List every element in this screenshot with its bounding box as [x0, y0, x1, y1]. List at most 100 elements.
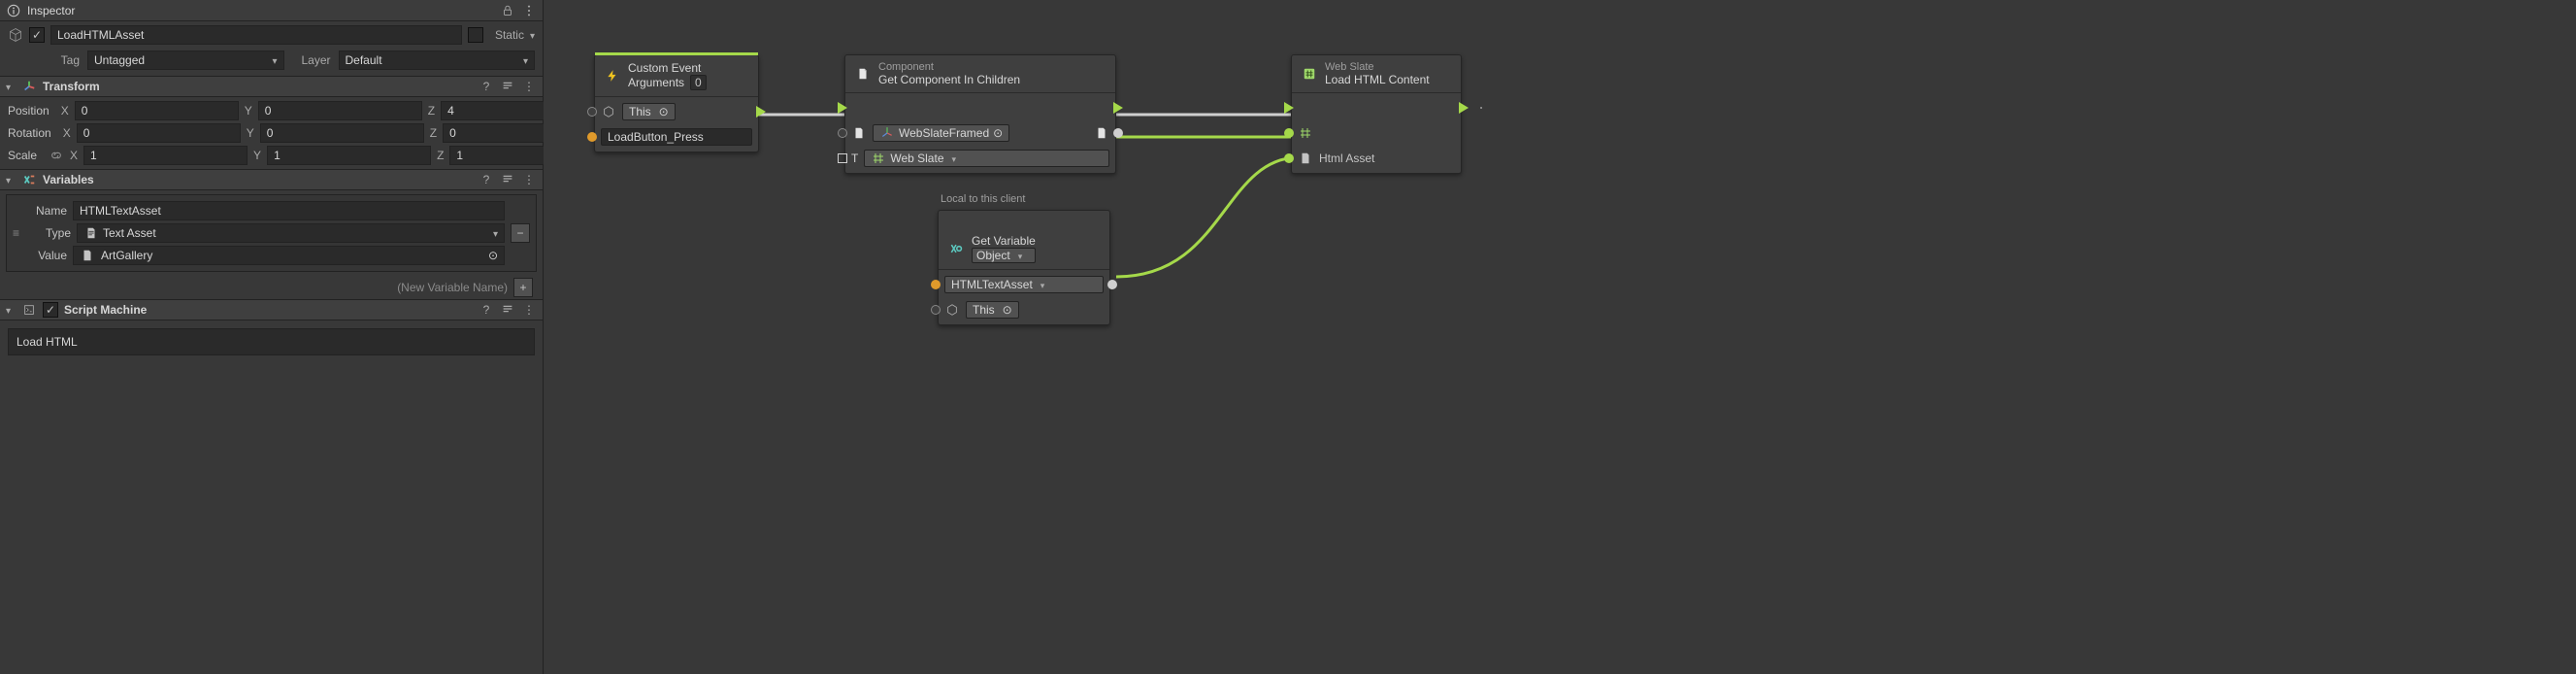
variables-header[interactable]: Variables ? ⋮ [0, 169, 543, 190]
object-picker-icon[interactable]: ⊙ [1003, 303, 1012, 317]
rotation-x-input[interactable] [77, 123, 241, 143]
var-name-chip[interactable]: HTMLTextAsset [944, 276, 1104, 293]
object-picker-icon[interactable]: ⊙ [488, 249, 498, 262]
node-load-html[interactable]: Web Slate Load HTML Content Html Asset [1291, 54, 1462, 174]
position-x-input[interactable] [75, 101, 239, 120]
chevron-down-icon[interactable] [1014, 249, 1023, 262]
type-port[interactable] [838, 153, 847, 163]
htmlasset-port[interactable] [1284, 153, 1294, 163]
static-checkbox[interactable] [468, 27, 483, 43]
value-out-port[interactable] [1107, 280, 1117, 289]
graph-name-field[interactable]: Load HTML [8, 328, 535, 355]
foldout-icon[interactable] [6, 173, 16, 186]
chevron-down-icon[interactable] [1037, 278, 1045, 291]
target-port[interactable] [931, 305, 941, 315]
preset-icon[interactable] [500, 172, 515, 188]
target-value: WebSlateFramed [899, 126, 989, 140]
lock-icon[interactable] [500, 3, 515, 18]
input-port[interactable] [587, 107, 597, 117]
position-y-input[interactable] [258, 101, 422, 120]
kind-value: Object [976, 249, 1010, 262]
new-variable-row: (New Variable Name) + [0, 276, 543, 299]
result-port[interactable] [1113, 128, 1123, 138]
link-icon[interactable] [49, 148, 64, 163]
var-value-label: Value [13, 249, 67, 262]
var-name-input[interactable] [73, 201, 505, 220]
flow-in-port[interactable] [1284, 102, 1294, 114]
enabled-checkbox[interactable] [29, 27, 45, 43]
scale-y-input[interactable] [267, 146, 431, 165]
target-chip[interactable]: This⊙ [622, 103, 676, 120]
axis-x: X [61, 104, 69, 118]
help-icon[interactable]: ? [479, 80, 494, 93]
var-type-dropdown[interactable]: Text Asset [77, 223, 505, 243]
node-title: Get Component In Children [878, 73, 1020, 86]
foldout-icon[interactable] [6, 303, 16, 317]
scale-label: Scale [8, 149, 37, 162]
kind-chip[interactable]: Object [972, 248, 1036, 263]
flow-out-port[interactable] [1459, 102, 1469, 114]
node-get-component[interactable]: Component Get Component In Children WebS… [844, 54, 1116, 174]
name-port[interactable] [931, 280, 941, 289]
scriptmachine-header[interactable]: Script Machine ? ⋮ [0, 299, 543, 320]
help-icon[interactable]: ? [479, 303, 494, 317]
static-dropdown-caret[interactable] [530, 28, 535, 42]
kebab-icon[interactable]: ⋮ [521, 303, 537, 317]
text-asset-icon [80, 248, 95, 263]
type-chip[interactable]: Web Slate [864, 150, 1109, 167]
flow-in-port[interactable] [838, 102, 847, 114]
flow-out-port[interactable] [1113, 102, 1123, 114]
var-type-value: Text Asset [103, 226, 156, 240]
add-variable-button[interactable]: + [513, 278, 533, 297]
name-input-port[interactable] [587, 132, 597, 142]
event-name-chip[interactable]: LoadButton_Press [601, 128, 752, 146]
script-icon [21, 302, 37, 318]
rotation-y-input[interactable] [260, 123, 424, 143]
gameobject-name-input[interactable] [50, 25, 462, 45]
graph-canvas[interactable]: Custom Event Arguments 0 This⊙ LoadButto… [544, 0, 2576, 674]
inspector-panel: Inspector Static Tag Untagged Layer Defa… [0, 0, 544, 674]
remove-variable-button[interactable]: − [511, 223, 530, 243]
kebab-icon[interactable] [521, 3, 537, 18]
target-chip[interactable]: This⊙ [966, 301, 1019, 319]
variables-icon [948, 241, 964, 256]
target-chip[interactable]: WebSlateFramed ⊙ [873, 124, 1009, 142]
chevron-down-icon[interactable] [948, 152, 957, 165]
layer-value: Default [346, 53, 382, 67]
graph-name-text: Load HTML [17, 335, 78, 349]
transform-header[interactable]: Transform ? ⋮ [0, 76, 543, 97]
tag-dropdown[interactable]: Untagged [87, 51, 284, 70]
flow-out-port[interactable] [756, 106, 766, 118]
kebab-icon[interactable]: ⋮ [521, 173, 537, 186]
text-asset-icon [83, 225, 99, 241]
help-icon[interactable]: ? [479, 173, 494, 186]
foldout-icon[interactable] [6, 80, 16, 93]
inspector-header: Inspector [0, 0, 543, 21]
cube-icon [944, 302, 960, 318]
target-port[interactable] [1284, 128, 1294, 138]
position-label: Position [8, 104, 50, 118]
hash-icon [1298, 125, 1313, 141]
node-custom-event[interactable]: Custom Event Arguments 0 This⊙ LoadButto… [594, 54, 759, 152]
transform-icon [21, 79, 37, 94]
tag-label: Tag [47, 53, 80, 67]
preset-icon[interactable] [500, 302, 515, 319]
flow-continue-port[interactable] [1480, 107, 1482, 109]
inspector-title: Inspector [27, 4, 494, 17]
transform-title: Transform [43, 80, 473, 93]
bolt-icon [605, 68, 620, 84]
drag-handle-icon[interactable]: ≡ [13, 226, 20, 240]
kebab-icon[interactable]: ⋮ [521, 80, 537, 93]
scriptmachine-enabled-checkbox[interactable] [43, 302, 58, 318]
target-port[interactable] [838, 128, 847, 138]
scale-x-input[interactable] [83, 146, 248, 165]
preset-icon[interactable] [500, 79, 515, 95]
node-get-variable[interactable]: Local to this client Get Variable Object… [938, 210, 1110, 325]
var-value-field[interactable]: ArtGallery ⊙ [73, 246, 505, 265]
position-row: Position X Y Z [8, 101, 535, 120]
axis-z: Z [428, 104, 435, 118]
layer-dropdown[interactable]: Default [339, 51, 536, 70]
object-picker-icon[interactable]: ⊙ [993, 126, 1003, 140]
object-picker-icon[interactable]: ⊙ [659, 105, 669, 118]
variables-icon [21, 172, 37, 187]
